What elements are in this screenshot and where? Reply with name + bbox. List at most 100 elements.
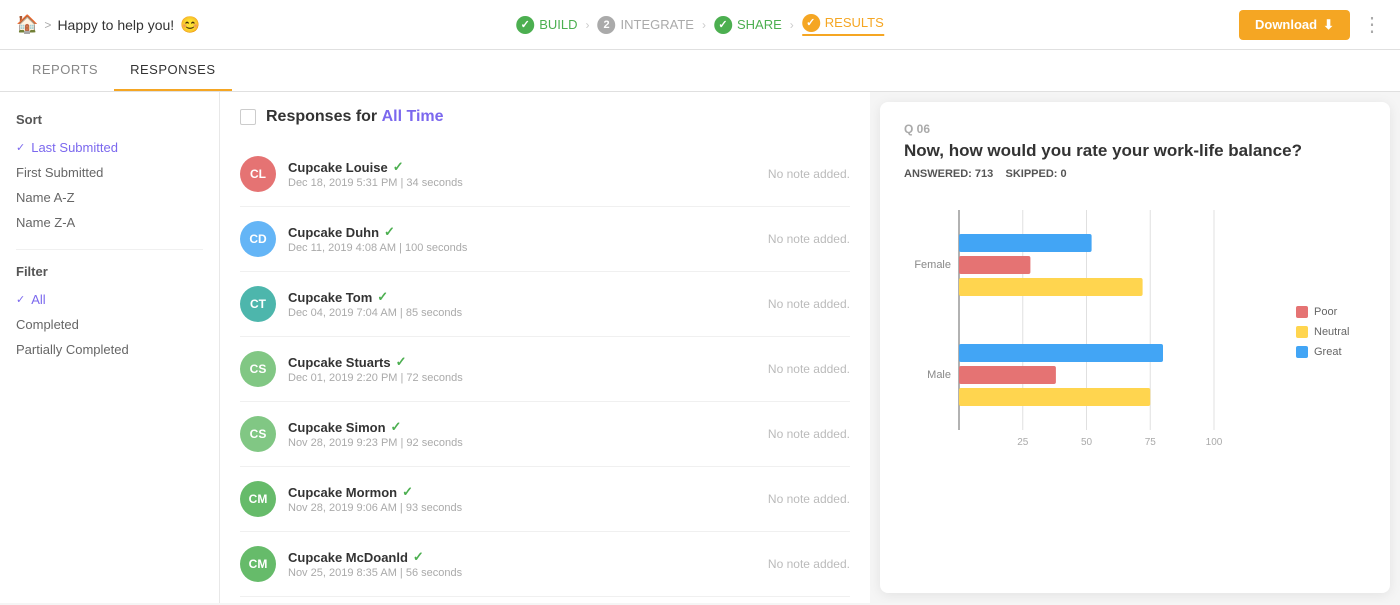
response-name: Cupcake Simon ✓ [288,419,768,435]
legend-item: Neutral [1296,326,1366,338]
legend-item: Poor [1296,306,1366,318]
svg-text:Female: Female [914,259,951,271]
skipped-label: SKIPPED: [1006,168,1058,180]
tabs-bar: REPORTS RESPONSES [0,50,1400,92]
response-item[interactable]: CD Cupcake Duhn ✓ Dec 11, 2019 4:08 AM |… [240,207,850,272]
sidebar-item-completed[interactable]: Completed [16,312,203,337]
avatar: CM [240,546,276,582]
step-integrate[interactable]: 2 INTEGRATE [598,16,694,34]
download-button[interactable]: Download ⬇ [1239,10,1350,40]
step-build-icon: ✓ [516,16,534,34]
sidebar-item-name-za[interactable]: Name Z-A [16,210,203,235]
bar-chart-svg: 255075100FemaleMale [904,200,1224,460]
sort-name-az-label: Name A-Z [16,190,75,205]
response-note: No note added. [768,167,850,181]
response-item[interactable]: CT Cupcake Tom ✓ Dec 04, 2019 7:04 AM | … [240,272,850,337]
sort-name-za-label: Name Z-A [16,215,75,230]
step-build[interactable]: ✓ BUILD [516,16,577,34]
response-note: No note added. [768,557,850,571]
legend-label: Poor [1314,306,1337,318]
avatar: CL [240,156,276,192]
response-info: Cupcake Simon ✓ Nov 28, 2019 9:23 PM | 9… [288,419,768,449]
step-share[interactable]: ✓ SHARE [714,16,782,34]
svg-text:100: 100 [1206,437,1223,448]
nav-sep-1: › [586,18,590,32]
response-item[interactable]: CS Cupcake Simon ✓ Nov 28, 2019 9:23 PM … [240,402,850,467]
completed-check-icon: ✓ [396,354,407,370]
response-note: No note added. [768,362,850,376]
legend-label: Neutral [1314,326,1349,338]
nav-sep-2: › [702,18,706,32]
response-meta: Dec 11, 2019 4:08 AM | 100 seconds [288,242,768,254]
chart-svg-wrap: 255075100FemaleMale [904,200,1284,463]
response-item[interactable]: CL Cupcake Louise ✓ Dec 18, 2019 5:31 PM… [240,142,850,207]
avatar: CS [240,351,276,387]
response-info: Cupcake Duhn ✓ Dec 11, 2019 4:08 AM | 10… [288,224,768,254]
select-all-checkbox[interactable] [240,109,256,125]
response-name: Cupcake Stuarts ✓ [288,354,768,370]
sidebar: Sort ✓ Last Submitted First Submitted Na… [0,92,220,603]
answered-label: ANSWERED: [904,168,972,180]
step-build-label: BUILD [539,17,577,32]
response-info: Cupcake Tom ✓ Dec 04, 2019 7:04 AM | 85 … [288,289,768,319]
nav-sep-3: › [790,18,794,32]
chart-q-label: Q 06 [904,122,1366,136]
legend-color [1296,326,1308,338]
response-item[interactable]: CB Cupcake Beatle ✓ Nov 23, 2019 11:51 A… [240,597,850,603]
step-results-icon: ✓ [802,14,820,32]
breadcrumb-title: Happy to help you! [57,17,174,33]
step-results[interactable]: ✓ RESULTS [802,14,884,36]
sidebar-item-partially-completed[interactable]: Partially Completed [16,337,203,362]
tab-reports[interactable]: REPORTS [16,50,114,91]
breadcrumb-emoji: 😊 [180,15,200,35]
avatar: CS [240,416,276,452]
response-note: No note added. [768,232,850,246]
response-meta: Nov 28, 2019 9:06 AM | 93 seconds [288,502,768,514]
more-icon[interactable]: ⋮ [1362,12,1384,37]
home-icon[interactable]: 🏠 [16,14,38,35]
sidebar-item-name-az[interactable]: Name A-Z [16,185,203,210]
response-name: Cupcake Duhn ✓ [288,224,768,240]
completed-check-icon: ✓ [391,419,402,435]
check-icon-all: ✓ [16,293,25,306]
legend-label: Great [1314,346,1342,358]
chart-area: 255075100FemaleMale Poor Neutral Great [904,200,1366,463]
completed-check-icon: ✓ [377,289,388,305]
chart-legend: Poor Neutral Great [1296,200,1366,463]
response-item[interactable]: CS Cupcake Stuarts ✓ Dec 01, 2019 2:20 P… [240,337,850,402]
response-info: Cupcake Louise ✓ Dec 18, 2019 5:31 PM | … [288,159,768,189]
sidebar-divider [16,249,203,250]
svg-text:Male: Male [927,369,951,381]
responses-title: Responses for All Time [266,108,444,126]
response-meta: Dec 01, 2019 2:20 PM | 72 seconds [288,372,768,384]
completed-check-icon: ✓ [413,549,424,565]
chart-panel: Q 06 Now, how would you rate your work-l… [880,102,1390,593]
header-right: Download ⬇ ⋮ [1239,10,1384,40]
download-icon: ⬇ [1323,17,1334,33]
sidebar-item-last-submitted[interactable]: ✓ Last Submitted [16,135,203,160]
response-name: Cupcake Tom ✓ [288,289,768,305]
download-label: Download [1255,17,1317,32]
response-item[interactable]: CM Cupcake McDoanld ✓ Nov 25, 2019 8:35 … [240,532,850,597]
response-info: Cupcake Mormon ✓ Nov 28, 2019 9:06 AM | … [288,484,768,514]
tab-responses[interactable]: RESPONSES [114,50,231,91]
sidebar-item-all[interactable]: ✓ All [16,287,203,312]
filter-partially-completed-label: Partially Completed [16,342,129,357]
svg-text:50: 50 [1081,437,1093,448]
response-name: Cupcake Mormon ✓ [288,484,768,500]
time-range-link[interactable]: All Time [382,108,444,125]
breadcrumb-sep: > [44,18,51,32]
response-item[interactable]: CM Cupcake Mormon ✓ Nov 28, 2019 9:06 AM… [240,467,850,532]
response-meta: Dec 18, 2019 5:31 PM | 34 seconds [288,177,768,189]
completed-check-icon: ✓ [393,159,404,175]
response-meta: Nov 28, 2019 9:23 PM | 92 seconds [288,437,768,449]
responses-title-text: Responses for [266,108,377,125]
sort-first-submitted-label: First Submitted [16,165,103,180]
response-meta: Nov 25, 2019 8:35 AM | 56 seconds [288,567,768,579]
response-info: Cupcake McDoanld ✓ Nov 25, 2019 8:35 AM … [288,549,768,579]
legend-color [1296,306,1308,318]
step-share-label: SHARE [737,17,782,32]
sidebar-item-first-submitted[interactable]: First Submitted [16,160,203,185]
response-name: Cupcake Louise ✓ [288,159,768,175]
header-left: 🏠 > Happy to help you! 😊 [16,14,200,35]
